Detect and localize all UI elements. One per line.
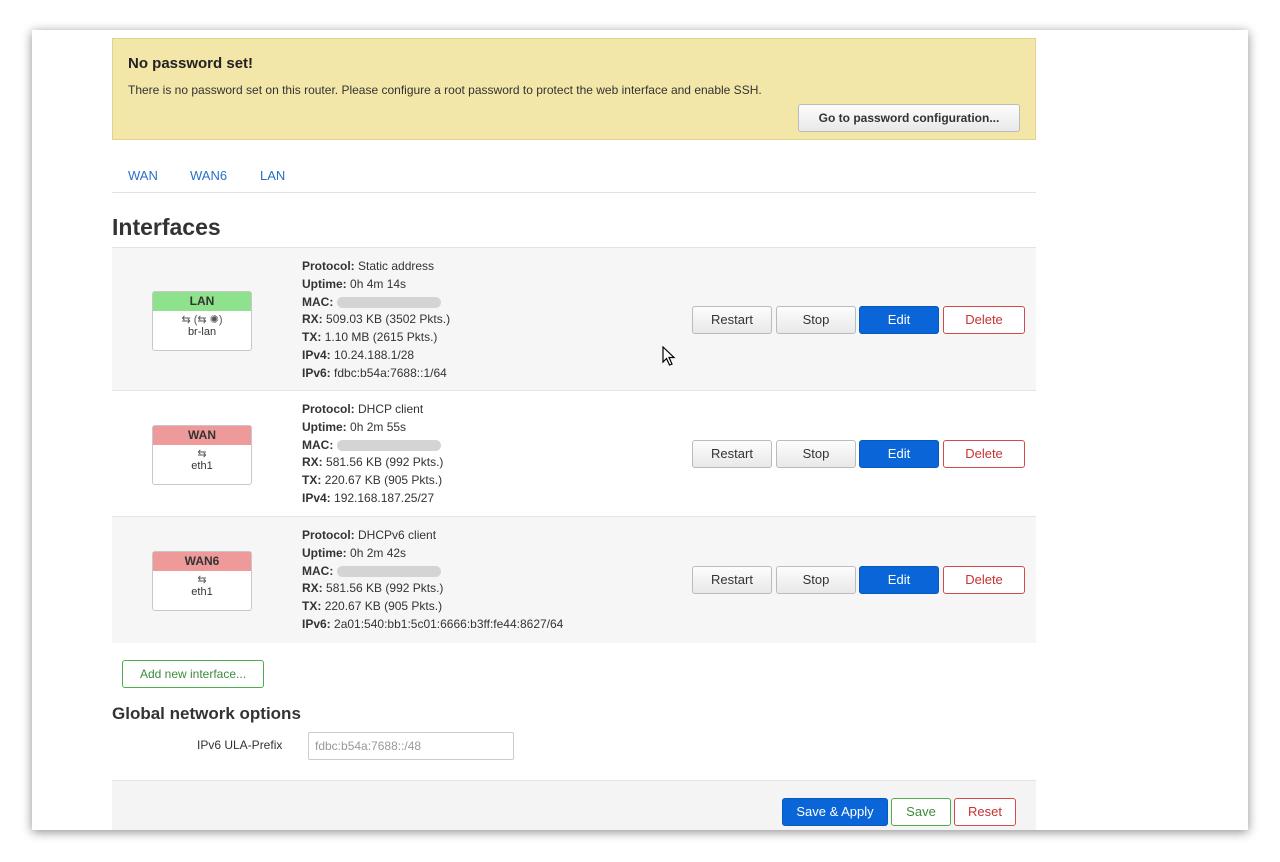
tx-value: 220.67 KB (905 Pkts.) [324,473,443,488]
interface-row-wan: WAN ⇆ eth1 Protocol: DHCP client Uptime:… [112,390,1036,517]
mac-value-redacted [337,439,442,451]
alert-title: No password set! [128,55,254,72]
add-new-interface-button[interactable]: Add new interface... [122,660,264,688]
delete-button[interactable]: Delete [943,306,1025,334]
badge-name: WAN [153,426,251,445]
ipv6-ula-prefix-input[interactable] [308,732,514,760]
rx-value: 581.56 KB (992 Pkts.) [326,581,444,596]
restart-button[interactable]: Restart [692,566,772,594]
ipv6-value: fdbc:b54a:7688::1/64 [334,365,447,380]
interface-info-wan: Protocol: DHCP client Uptime: 0h 2m 55s … [302,402,444,505]
tab-wan6[interactable]: WAN6 [190,168,227,183]
save-button[interactable]: Save [891,798,951,826]
tx-value: 1.10 MB (2615 Pkts.) [324,330,438,345]
protocol-value: DHCPv6 client [358,528,437,542]
badge-device: eth1 [191,460,213,472]
interface-badge-lan: LAN ⇆ (⇆ ✺) br-lan [152,291,252,351]
interface-info-lan: Protocol: Static address Uptime: 0h 4m 1… [302,259,451,380]
interfaces-heading: Interfaces [112,214,221,240]
reset-button[interactable]: Reset [954,798,1016,826]
tx-value: 220.67 KB (905 Pkts.) [324,599,443,614]
protocol-value: DHCP client [358,402,424,416]
ipv4-value: 10.24.188.1/28 [334,347,415,362]
badge-device: br-lan [187,326,217,338]
uptime-value: 0h 4m 14s [350,276,407,291]
delete-button[interactable]: Delete [943,440,1025,468]
network-device-icon: ⇆ (⇆ ✺) [181,314,223,326]
badge-name: LAN [153,292,251,311]
restart-button[interactable]: Restart [692,306,772,334]
network-port-icon: ⇆ [197,448,207,460]
rx-value: 581.56 KB (992 Pkts.) [326,455,444,470]
no-password-alert: No password set! There is no password se… [112,38,1036,140]
save-and-apply-button[interactable]: Save & Apply [782,798,888,826]
uptime-value: 0h 2m 55s [350,419,407,434]
browser-viewport: No password set! There is no password se… [32,30,1248,830]
network-port-icon: ⇆ [197,574,207,586]
protocol-value: Static address [358,259,435,273]
edit-button[interactable]: Edit [859,566,939,594]
mac-value-redacted [337,565,442,577]
form-footer: Save & Apply Save Reset [112,780,1036,830]
ipv6-ula-prefix-label: IPv6 ULA-Prefix [197,738,283,752]
interface-actions-wan: Restart Stop Edit Delete [692,440,1032,468]
go-to-password-config-button[interactable]: Go to password configuration... [798,104,1020,132]
ipv4-value: 192.168.187.25/27 [334,490,435,505]
rx-value: 509.03 KB (3502 Pkts.) [326,312,451,327]
delete-button[interactable]: Delete [943,566,1025,594]
mac-value-redacted [337,296,442,308]
uptime-value: 0h 2m 42s [350,545,407,560]
interface-actions-wan6: Restart Stop Edit Delete [692,566,1032,594]
ipv6-value: 2a01:540:bb1:5c01:6666:b3ff:fe44:8627/64 [334,616,564,631]
interface-badge-wan6: WAN6 ⇆ eth1 [152,551,252,611]
global-network-options-heading: Global network options [112,704,301,723]
interface-row-lan: LAN ⇆ (⇆ ✺) br-lan Protocol: Static addr… [112,247,1036,391]
badge-name: WAN6 [153,552,251,571]
stop-button[interactable]: Stop [776,440,856,468]
page-content: No password set! There is no password se… [112,38,1036,830]
tab-lan[interactable]: LAN [260,168,285,183]
tab-wan[interactable]: WAN [128,168,158,183]
interface-row-wan6: WAN6 ⇆ eth1 Protocol: DHCPv6 client Upti… [112,516,1036,643]
edit-button[interactable]: Edit [859,440,939,468]
stop-button[interactable]: Stop [776,566,856,594]
alert-text: There is no password set on this router.… [128,83,762,97]
mouse-pointer-icon [662,346,676,366]
badge-device: eth1 [191,586,213,598]
interface-info-wan6: Protocol: DHCPv6 client Uptime: 0h 2m 42… [302,528,564,631]
interface-actions-lan: Restart Stop Edit Delete [692,306,1032,334]
interface-badge-wan: WAN ⇆ eth1 [152,425,252,485]
interface-tabs: WAN WAN6 LAN [112,140,1036,193]
restart-button[interactable]: Restart [692,440,772,468]
stop-button[interactable]: Stop [776,306,856,334]
edit-button[interactable]: Edit [859,306,939,334]
